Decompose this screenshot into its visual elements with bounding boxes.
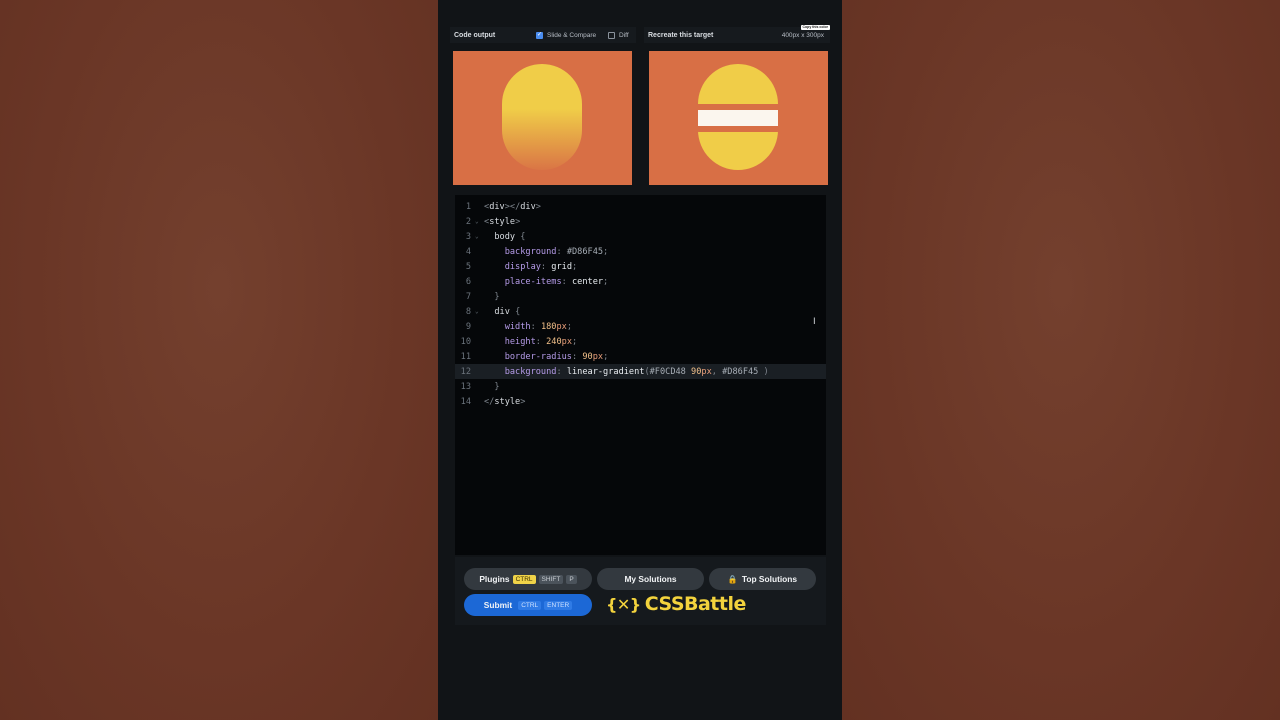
code-line-active[interactable]: 12 background: linear-gradient(#F0CD48 9… bbox=[455, 364, 826, 379]
line-number: 4 bbox=[465, 246, 471, 257]
code-text: } bbox=[494, 291, 500, 302]
code-line[interactable]: 13 } bbox=[455, 379, 826, 394]
preview-header: Code output ✓ Slide & Compare Diff Recre… bbox=[450, 25, 830, 43]
code-line[interactable]: 2 ⌄ <style> bbox=[455, 214, 826, 229]
target-band-bottom bbox=[698, 126, 778, 132]
top-solutions-label: Top Solutions bbox=[741, 574, 798, 584]
line-number: 6 bbox=[465, 276, 471, 287]
cssbattle-wordmark: CSSBattle bbox=[644, 593, 747, 615]
code-text: place-items: center; bbox=[504, 276, 609, 287]
shortcut-key: CTRL bbox=[512, 574, 536, 584]
code-line[interactable]: 14 </style> bbox=[455, 394, 826, 409]
code-line[interactable]: 9 width: 180px; bbox=[455, 319, 826, 334]
line-number: 11 bbox=[460, 351, 471, 362]
code-text: div { bbox=[494, 306, 521, 317]
code-line[interactable]: 1 <div></div> bbox=[455, 199, 826, 214]
code-line[interactable]: 5 display: grid; bbox=[455, 259, 826, 274]
background-right bbox=[842, 0, 1280, 720]
target-header: Recreate this target 400px x 300px Copy … bbox=[644, 25, 830, 43]
submit-button[interactable]: Submit CTRL ENTER bbox=[464, 594, 592, 616]
line-number: 10 bbox=[460, 336, 471, 347]
code-output-header: Code output ✓ Slide & Compare Diff bbox=[450, 27, 636, 43]
code-text: border-radius: 90px; bbox=[504, 351, 609, 362]
action-bar: Plugins CTRL SHIFT P My Solutions 🔒 Top … bbox=[455, 557, 826, 625]
line-number: 5 bbox=[465, 261, 471, 272]
line-number: 12 bbox=[460, 366, 471, 377]
shortcut-key: SHIFT bbox=[538, 574, 564, 584]
code-output-title: Code output bbox=[454, 31, 496, 39]
plugins-label: Plugins bbox=[479, 574, 510, 584]
code-text: body { bbox=[494, 231, 526, 242]
fold-icon[interactable]: ⌄ bbox=[475, 218, 484, 225]
target-size: 400px x 300px bbox=[781, 31, 824, 39]
code-line[interactable]: 4 background: #D86F45; bbox=[455, 244, 826, 259]
code-text: width: 180px; bbox=[504, 321, 573, 332]
code-text: background: linear-gradient(#F0CD48 90px… bbox=[504, 366, 769, 377]
background-left bbox=[0, 0, 438, 720]
slide-compare-toggle[interactable]: ✓ Slide & Compare bbox=[536, 31, 597, 39]
slide-compare-checkbox[interactable]: ✓ bbox=[536, 31, 543, 39]
diff-toggle[interactable]: Diff bbox=[608, 31, 629, 39]
copy-color-tooltip: Copy this color bbox=[800, 25, 830, 30]
target-pill-shape bbox=[698, 64, 778, 170]
top-solutions-button[interactable]: 🔒 Top Solutions bbox=[709, 568, 816, 590]
target-band-white bbox=[698, 110, 778, 126]
code-line[interactable]: 11 border-radius: 90px; bbox=[455, 349, 826, 364]
line-number: 7 bbox=[465, 291, 471, 302]
output-pill-shape bbox=[502, 64, 582, 170]
lock-icon: 🔒 bbox=[727, 574, 738, 584]
code-text: <style> bbox=[484, 216, 521, 227]
diff-checkbox[interactable] bbox=[608, 31, 615, 39]
line-number: 3 bbox=[465, 231, 471, 242]
code-text: <div></div> bbox=[484, 201, 541, 212]
code-text: background: #D86F45; bbox=[504, 246, 609, 257]
cssbattle-logo-icon: {✕} bbox=[606, 594, 641, 614]
line-number: 14 bbox=[460, 396, 471, 407]
code-editor[interactable]: 1 <div></div> 2 ⌄ <style> 3 ⌄ body { 4 b… bbox=[455, 195, 826, 555]
line-number: 1 bbox=[465, 201, 471, 212]
fold-icon[interactable]: ⌄ bbox=[475, 233, 484, 240]
code-text: </style> bbox=[484, 396, 526, 407]
my-solutions-label: My Solutions bbox=[624, 574, 677, 584]
code-output-preview[interactable] bbox=[453, 51, 632, 185]
line-number: 8 bbox=[465, 306, 471, 317]
code-text: height: 240px; bbox=[504, 336, 578, 347]
shortcut-key: P bbox=[566, 574, 577, 584]
diff-label: Diff bbox=[619, 31, 629, 39]
my-solutions-button[interactable]: My Solutions bbox=[597, 568, 704, 590]
code-text: } bbox=[494, 381, 500, 392]
line-number: 2 bbox=[465, 216, 471, 227]
cssbattle-app: Code output ✓ Slide & Compare Diff Recre… bbox=[438, 0, 842, 720]
text-cursor-icon: I bbox=[813, 317, 816, 327]
line-number: 13 bbox=[460, 381, 471, 392]
shortcut-key: ENTER bbox=[544, 600, 573, 610]
code-line[interactable]: 7 } bbox=[455, 289, 826, 304]
slide-compare-label: Slide & Compare bbox=[547, 31, 597, 39]
shortcut-key: CTRL bbox=[518, 600, 542, 610]
target-preview[interactable] bbox=[649, 51, 828, 185]
line-number: 9 bbox=[465, 321, 471, 332]
submit-label: Submit bbox=[483, 600, 513, 610]
cssbattle-logo[interactable]: {✕} CSSBattle bbox=[606, 593, 746, 615]
fold-icon[interactable]: ⌄ bbox=[475, 308, 484, 315]
code-line[interactable]: 6 place-items: center; bbox=[455, 274, 826, 289]
plugins-button[interactable]: Plugins CTRL SHIFT P bbox=[464, 568, 592, 590]
code-line[interactable]: 10 height: 240px; bbox=[455, 334, 826, 349]
target-title: Recreate this target bbox=[648, 31, 714, 39]
code-line[interactable]: 8 ⌄ div { bbox=[455, 304, 826, 319]
code-line[interactable]: 3 ⌄ body { bbox=[455, 229, 826, 244]
code-text: display: grid; bbox=[504, 261, 578, 272]
